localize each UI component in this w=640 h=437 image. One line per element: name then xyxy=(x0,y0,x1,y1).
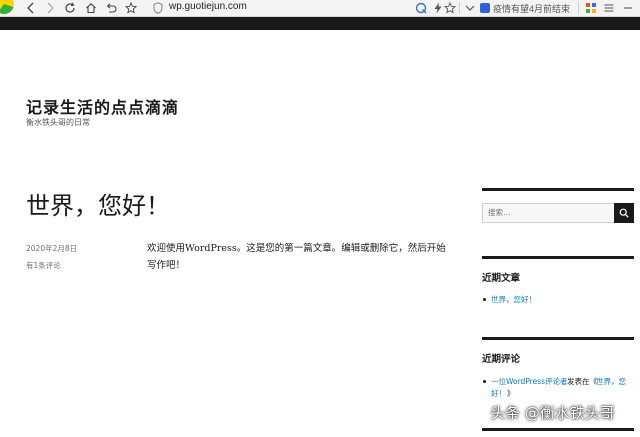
widget-divider xyxy=(482,188,634,191)
post-title[interactable]: 世界，您好！ xyxy=(26,186,170,221)
browser-toolbar: wp.guotiejun.com 疫情有望4月前结束 xyxy=(0,0,640,17)
post-content: 欢迎使用WordPress。这是您的第一篇文章。编辑或删除它，然后开始写作吧！ xyxy=(147,243,446,271)
comment-post-link-continued[interactable]: 好！ xyxy=(491,388,506,399)
watermark-text: 头条 @衡水铁头哥 xyxy=(490,404,615,422)
post-date[interactable]: 2020年2月8日 xyxy=(26,243,77,254)
address-bar[interactable]: wp.guotiejun.com xyxy=(145,0,390,16)
home-icon[interactable] xyxy=(84,0,98,16)
shield-icon xyxy=(153,2,163,14)
menu-icon[interactable] xyxy=(603,2,615,14)
site-title[interactable]: 记录生活的点点滴滴 xyxy=(26,94,179,118)
url-text: wp.guotiejun.com xyxy=(169,1,247,12)
toolbar-divider xyxy=(459,2,460,14)
site-description: 衡水铁头哥的日常 xyxy=(26,118,90,127)
grid-icon[interactable] xyxy=(585,2,597,14)
minimize-icon[interactable] xyxy=(622,2,634,14)
search-button[interactable] xyxy=(614,203,634,223)
lightning-icon[interactable] xyxy=(432,2,444,14)
favorite-star-icon[interactable] xyxy=(443,1,457,14)
bookmark-star-icon[interactable] xyxy=(124,0,138,16)
search-field[interactable] xyxy=(482,203,615,223)
comment-close-text: 》 xyxy=(507,389,515,398)
recent-post-link[interactable]: 世界，您好！ xyxy=(491,294,536,305)
undo-icon[interactable] xyxy=(104,0,118,16)
reload-icon[interactable] xyxy=(63,0,77,16)
comment-author-link[interactable]: 一位WordPress评论者 xyxy=(491,376,568,387)
comment-post-link[interactable]: 世界，您 xyxy=(596,376,626,387)
recent-posts-title: 近期文章 xyxy=(482,273,521,284)
site-top-bar xyxy=(0,17,640,30)
widget-divider xyxy=(482,256,634,259)
back-icon[interactable] xyxy=(24,0,38,16)
news-ticker[interactable]: 疫情有望4月前结束 xyxy=(478,0,576,16)
news-icon xyxy=(480,3,490,13)
widget-divider xyxy=(482,337,634,340)
comment-connector-text: 发表在《 xyxy=(567,377,597,386)
news-ticker-text: 疫情有望4月前结束 xyxy=(493,4,571,14)
chevron-down-icon[interactable] xyxy=(464,2,476,14)
search-input[interactable] xyxy=(488,208,608,217)
search-icon xyxy=(619,208,629,218)
widget-divider xyxy=(482,428,634,431)
post-comments-link[interactable]: 有1条评论 xyxy=(26,260,61,271)
toolbar-divider xyxy=(578,2,579,14)
recent-comments-title: 近期评论 xyxy=(482,354,521,365)
list-bullet xyxy=(483,298,486,301)
forward-icon[interactable] xyxy=(43,0,57,16)
extension-icon[interactable] xyxy=(415,2,427,14)
list-bullet xyxy=(483,380,486,383)
browser-logo-icon xyxy=(0,0,14,14)
